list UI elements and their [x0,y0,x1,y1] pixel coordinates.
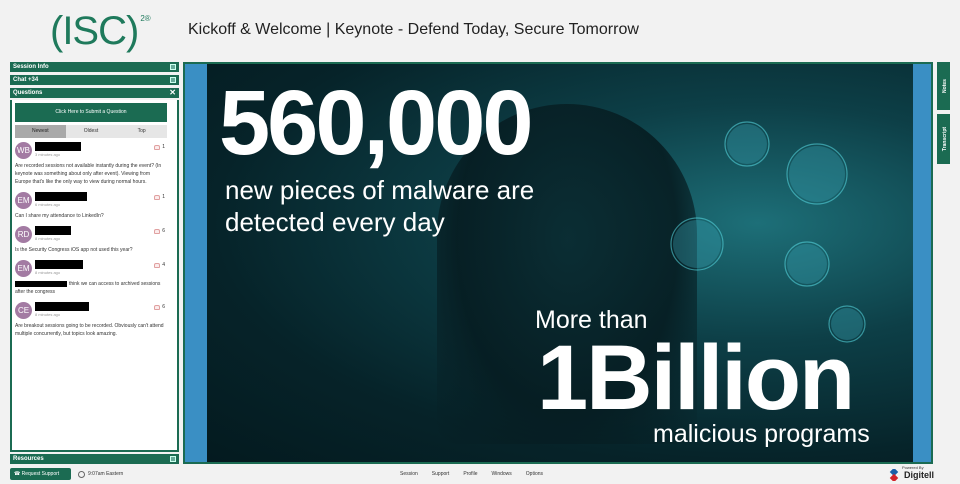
isc2-logo: (ISC) 2® [50,8,151,54]
questions-label: Questions [13,90,43,96]
thumbs-up-icon [154,304,161,310]
notes-label: Notes [942,79,948,93]
question-item: EM 8 minutes ago 4 think we can access t… [15,260,167,296]
session-info-panel-header[interactable]: Session Info [10,62,179,72]
malware-count: 560,000 [219,72,534,174]
menu-options[interactable]: Options [526,468,543,480]
question-time: 3 minutes ago [35,152,61,157]
session-info-label: Session Info [13,64,49,70]
keynote-slide: 560,000 new pieces of malware are detect… [207,64,913,462]
close-icon[interactable]: ✕ [169,88,176,98]
logo-text: (ISC) [50,9,139,53]
tab-newest[interactable]: Newest [15,125,66,138]
digitell-brand: Digitell [904,470,935,480]
chat-panel-header[interactable]: Chat +34 [10,75,179,85]
chat-label: Chat +34 [13,77,39,83]
avatar: CE [15,302,32,319]
question-time: 6 minutes ago [35,202,61,207]
question-item: WB 3 minutes ago 1 Are recorded sessions… [15,142,167,186]
upvote-button[interactable]: 6 [154,228,165,234]
event-clock: 9:07am Eastern [78,468,123,480]
vote-count: 4 [162,262,165,268]
caption-line-1: new pieces of malware are [225,175,535,205]
questions-panel: Click Here to Submit a Question Newest O… [10,100,179,452]
question-text: Can I share my attendance to LinkedIn? [15,213,104,219]
notes-tab[interactable]: Notes [937,62,950,110]
vote-count: 6 [162,304,165,310]
questions-panel-header[interactable]: Questions ✕ [10,88,179,98]
question-text: Is the Security Congress iOS app not use… [15,247,133,253]
avatar: RD [15,226,32,243]
malicious-programs-label: malicious programs [653,420,870,448]
menu-windows[interactable]: Windows [492,468,512,480]
redacted-name [35,260,83,269]
redacted-text [15,280,67,287]
footer-menu: Session Support Profile Windows Options [400,468,543,480]
question-item: RD 8 minutes ago 6 Is the Security Congr… [15,226,167,254]
digitell-logo-icon [889,469,899,481]
footer-bar: ☎ Request Support 9:07am Eastern Session… [0,464,960,484]
redacted-name [35,192,87,201]
question-text: think we can access to archived sessions… [15,280,167,296]
tab-oldest[interactable]: Oldest [66,125,117,138]
resources-label: Resources [13,456,44,462]
slide-frame: 560,000 new pieces of malware are detect… [185,64,931,462]
question-list: WB 3 minutes ago 1 Are recorded sessions… [15,142,167,344]
menu-profile[interactable]: Profile [463,468,477,480]
header: (ISC) 2® Kickoff & Welcome | Keynote - D… [0,0,960,60]
request-support-label: Request Support [21,471,60,477]
redacted-name [35,142,81,151]
question-item: EM 6 minutes ago 1 Can I share my attend… [15,192,167,220]
logo-superscript: 2® [140,14,151,23]
tab-top[interactable]: Top [116,125,167,138]
menu-support[interactable]: Support [432,468,450,480]
resources-panel-header[interactable]: Resources [10,454,179,464]
upvote-button[interactable]: 1 [154,194,165,200]
question-text: Are recorded sessions not available inst… [15,163,162,185]
request-support-button[interactable]: ☎ Request Support [10,468,71,480]
question-time: 8 minutes ago [35,270,61,275]
malware-caption: new pieces of malware are detected every… [225,174,534,238]
upvote-button[interactable]: 4 [154,262,165,268]
vote-count: 6 [162,228,165,234]
support-icon: ☎ [14,471,22,477]
clock-time: 9:07am Eastern [88,471,124,477]
expand-icon[interactable] [170,77,176,83]
thumbs-up-icon [154,194,161,200]
vote-count: 1 [162,144,165,150]
presentation-stage: 560,000 new pieces of malware are detect… [183,62,933,464]
transcript-label: Transcript [942,126,948,152]
upvote-button[interactable]: 6 [154,304,165,310]
question-time: 8 minutes ago [35,312,61,317]
menu-session[interactable]: Session [400,468,418,480]
upvote-button[interactable]: 1 [154,144,165,150]
redacted-name [35,302,89,311]
question-sort-tabs: Newest Oldest Top [15,125,167,138]
thumbs-up-icon [154,262,161,268]
session-title: Kickoff & Welcome | Keynote - Defend Tod… [188,21,639,38]
avatar: EM [15,192,32,209]
submit-question-button[interactable]: Click Here to Submit a Question [15,103,167,122]
powered-by-digitell[interactable]: Powered By Digitell [886,464,946,484]
left-sidebar: Session Info Chat +34 Questions ✕ Click … [10,62,179,464]
expand-icon[interactable] [170,456,176,462]
question-time: 8 minutes ago [35,236,61,241]
thumbs-up-icon [154,144,161,150]
transcript-tab[interactable]: Transcript [937,114,950,164]
avatar: EM [15,260,32,277]
app-root: (ISC) 2® Kickoff & Welcome | Keynote - D… [0,0,960,484]
billion-count: 1Billion [537,327,855,429]
redacted-name [35,226,71,235]
expand-icon[interactable] [170,64,176,70]
clock-icon [78,470,85,478]
caption-line-2: detected every day [225,207,445,237]
question-item: CE 8 minutes ago 6 Are breakout sessions… [15,302,167,338]
vote-count: 1 [162,194,165,200]
avatar: WB [15,142,32,159]
thumbs-up-icon [154,228,161,234]
question-text: Are breakout sessions going to be record… [15,323,164,337]
